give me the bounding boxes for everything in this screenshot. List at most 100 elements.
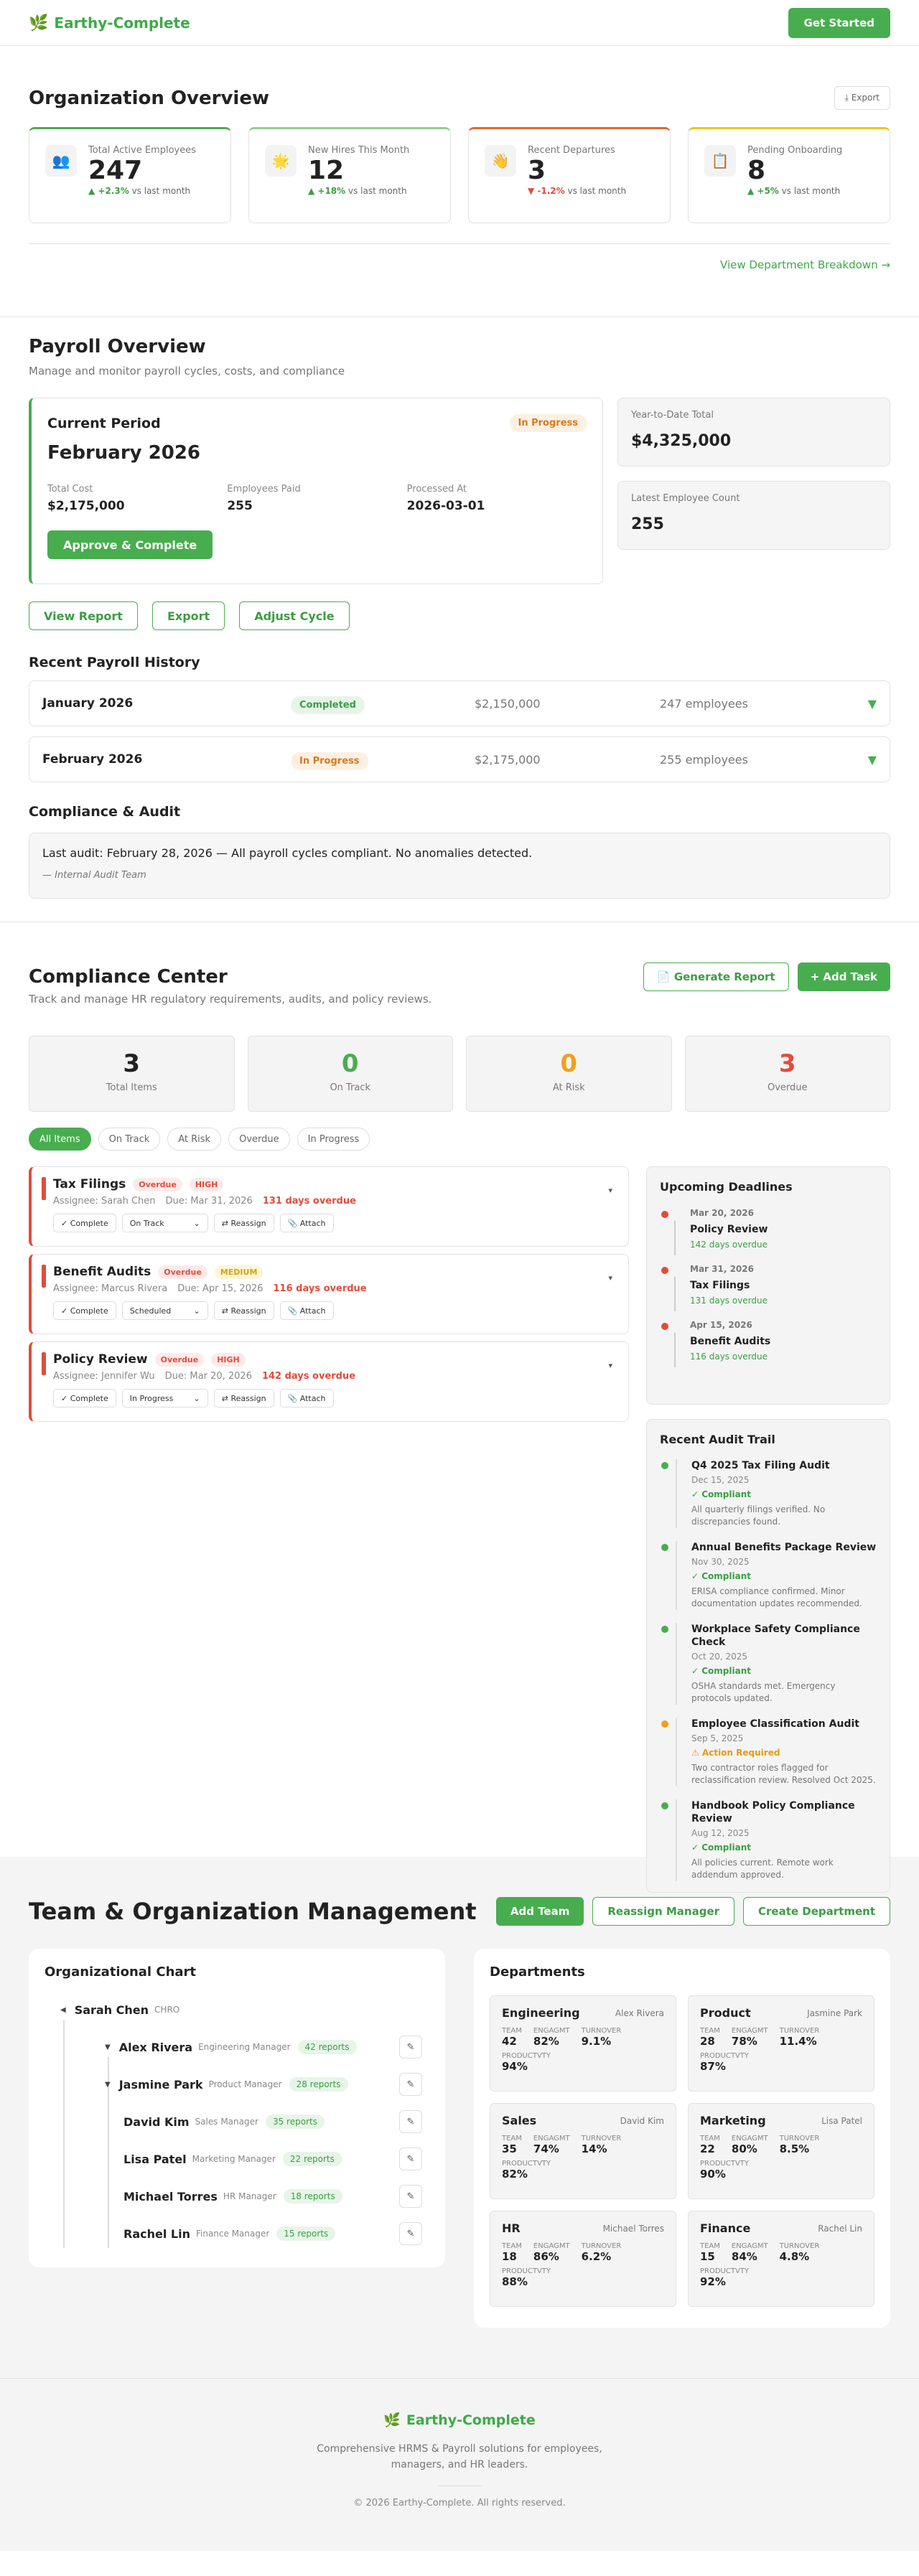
compliance-task-card[interactable]: Policy Review Overdue HIGH Assignee: Jennif… — [29, 1341, 629, 1422]
task-name: Benefit Audits — [53, 1265, 151, 1279]
expand-caret-icon[interactable]: ▾ — [608, 1186, 612, 1195]
metric-value: 6.2% — [581, 2250, 612, 2263]
org-node[interactable]: ▼ Jasmine Park Product Manager 28 reports ✎ — [45, 2066, 429, 2103]
edit-pencil-icon[interactable]: ✎ — [399, 2222, 422, 2245]
create-department-button[interactable]: Create Department — [743, 1897, 890, 1926]
attach-button[interactable]: 📎 Attach — [279, 1389, 334, 1408]
edit-pencil-icon[interactable]: ✎ — [399, 2148, 422, 2170]
get-started-button[interactable]: Get Started — [788, 8, 890, 38]
expand-triangle-icon[interactable]: ▼ — [105, 2081, 111, 2089]
table-row[interactable]: January 2026 Completed $2,150,000 247 emplo… — [29, 680, 890, 726]
stat-change: ▲ +2.3% vs last month — [88, 186, 196, 196]
org-node[interactable]: Rachel Lin Finance Manager 15 reports ✎ — [45, 2215, 429, 2252]
metric: TEAM 28 — [700, 2027, 720, 2048]
stat-card: 👥 Total Active Employees 247 ▲ +2.3% vs las… — [29, 127, 231, 223]
attach-button[interactable]: 📎 Attach — [279, 1214, 334, 1232]
metric-label: TEAM — [502, 2242, 522, 2250]
department-card[interactable]: Finance Rachel Lin TEAM 15 ENGAGMT 84% TURNOVE… — [688, 2211, 874, 2307]
complete-button[interactable]: ✓ Complete — [53, 1301, 116, 1320]
metric: PRODUCTVTY 94% — [502, 2052, 664, 2073]
department-header: Finance Rachel Lin — [700, 2221, 862, 2235]
red-dot-icon — [661, 1267, 668, 1274]
chevron-down-icon[interactable]: ▼ — [868, 697, 877, 711]
view-report-button[interactable]: View Report — [29, 601, 138, 630]
download-icon: ⤓ — [844, 93, 849, 103]
brand-logo[interactable]: 🌿 Earthy-Complete — [29, 14, 190, 32]
status-select[interactable]: In Progress ⌄ — [121, 1389, 208, 1408]
filter-chip[interactable]: In Progress — [297, 1128, 370, 1151]
department-manager: Alex Rivera — [615, 2008, 664, 2018]
audit-name: Employee Classification Audit — [691, 1718, 859, 1730]
department-card[interactable]: Engineering Alex Rivera TEAM 42 ENGAGMT 82% TU… — [490, 1995, 676, 2092]
complete-button[interactable]: ✓ Complete — [53, 1389, 116, 1408]
edit-pencil-icon[interactable]: ✎ — [399, 2185, 422, 2208]
metric: TURNOVER 11.4% — [780, 2027, 820, 2048]
metric-value: 4.8% — [779, 2250, 810, 2263]
payroll-export-button[interactable]: Export — [151, 601, 225, 630]
chevron-down-icon[interactable]: ▼ — [868, 753, 877, 767]
filter-chip[interactable]: Overdue — [228, 1128, 290, 1151]
metric-value: 42 — [502, 2035, 517, 2048]
edit-pencil-icon[interactable]: ✎ — [399, 2110, 422, 2133]
timeline-bar — [674, 1333, 676, 1367]
compliance-stat-value: 0 — [341, 1049, 359, 1078]
department-header: HR Michael Torres — [502, 2221, 664, 2235]
audit-status: ⚠ Action Required — [691, 1748, 780, 1758]
org-node[interactable]: ▼ Alex Rivera Engineering Manager 42 report… — [45, 2028, 429, 2066]
org-node[interactable]: Michael Torres HR Manager 18 reports ✎ — [45, 2178, 429, 2215]
timeline-bar — [676, 1718, 677, 1786]
adjust-cycle-button[interactable]: Adjust Cycle — [239, 601, 350, 630]
department-card[interactable]: HR Michael Torres TEAM 18 ENGAGMT 86% TURNOVER… — [490, 2211, 676, 2307]
table-row[interactable]: February 2026 In Progress $2,175,000 255 em… — [29, 736, 890, 782]
stat-change-suffix: vs last month — [567, 186, 627, 196]
stat-value: 12 — [308, 156, 345, 185]
expand-caret-icon[interactable]: ▾ — [608, 1361, 612, 1370]
reassign-button[interactable]: ⇄ Reassign — [213, 1301, 274, 1320]
reassign-manager-button[interactable]: Reassign Manager — [592, 1897, 735, 1926]
department-card[interactable]: Sales David Kim TEAM 35 ENGAGMT 74% TURNOVER 14… — [490, 2103, 676, 2199]
generate-report-button[interactable]: 📄 Generate Report — [643, 963, 789, 991]
attach-button[interactable]: 📎 Attach — [279, 1301, 334, 1320]
audit-date: Nov 30, 2025 — [691, 1557, 750, 1567]
org-export-button[interactable]: ⤓ Export — [834, 86, 890, 110]
edit-pencil-icon[interactable]: ✎ — [399, 2073, 422, 2096]
department-manager: Lisa Patel — [821, 2115, 862, 2126]
complete-button[interactable]: ✓ Complete — [53, 1214, 116, 1232]
org-chart-title: Organizational Chart — [45, 1964, 197, 1980]
expand-triangle-icon[interactable]: ▼ — [105, 2043, 111, 2051]
org-node[interactable]: Lisa Patel Marketing Manager 22 reports ✎ — [45, 2140, 429, 2178]
metric-label: TEAM — [700, 2242, 720, 2250]
compliance-task-card[interactable]: Tax Filings Overdue HIGH Assignee: Sarah Ch… — [29, 1166, 629, 1247]
metric-value: 9.1% — [581, 2035, 612, 2048]
copyright: © 2026 Earthy-Complete. All rights reser… — [353, 2498, 566, 2509]
add-task-button[interactable]: + Add Task — [797, 963, 890, 991]
status-select[interactable]: On Track ⌄ — [121, 1214, 208, 1232]
org-node[interactable]: David Kim Sales Manager 35 reports ✎ — [45, 2103, 429, 2140]
metric-value: 18 — [502, 2250, 517, 2263]
view-department-breakdown-link[interactable]: View Department Breakdown → — [29, 258, 890, 271]
footer-logo[interactable]: 🌿 Earthy-Complete — [0, 2412, 919, 2429]
status-select[interactable]: Scheduled ⌄ — [121, 1301, 208, 1320]
add-team-button[interactable]: Add Team — [495, 1897, 584, 1926]
collapse-triangle-icon[interactable]: ◀ — [60, 2006, 66, 2014]
department-card[interactable]: Marketing Lisa Patel TEAM 22 ENGAGMT 80% TURNO… — [688, 2103, 874, 2199]
audit-note: All quarterly filings verified. No discr… — [691, 1504, 826, 1527]
approve-complete-button[interactable]: Approve & Complete — [47, 530, 213, 559]
reassign-button[interactable]: ⇄ Reassign — [213, 1214, 274, 1232]
compliance-task-card[interactable]: Benefit Audits Overdue MEDIUM Assignee: Mar… — [29, 1254, 629, 1334]
stat-label: New Hires This Month — [308, 145, 410, 156]
employee-count-value: 255 — [631, 515, 664, 533]
expand-caret-icon[interactable]: ▾ — [608, 1273, 612, 1283]
org-node-root[interactable]: ◀ Sarah Chen CHRO — [45, 1991, 429, 2028]
metric-label: PRODUCTVTY — [502, 2052, 551, 2060]
status-badge: In Progress — [509, 414, 587, 432]
reassign-button[interactable]: ⇄ Reassign — [213, 1389, 274, 1408]
edit-pencil-icon[interactable]: ✎ — [399, 2036, 422, 2059]
department-card[interactable]: Product Jasmine Park TEAM 28 ENGAGMT 78% TURNO… — [688, 1995, 874, 2092]
filter-chip[interactable]: At Risk — [167, 1128, 222, 1151]
filter-chip[interactable]: On Track — [98, 1128, 161, 1151]
compliance-filters: All Items On Track At Risk Overdue In Progre… — [29, 1128, 890, 1151]
filter-chip[interactable]: All Items — [29, 1128, 91, 1151]
metric-label: ENGAGMT — [731, 2135, 768, 2142]
metric-value: 84% — [731, 2250, 757, 2263]
